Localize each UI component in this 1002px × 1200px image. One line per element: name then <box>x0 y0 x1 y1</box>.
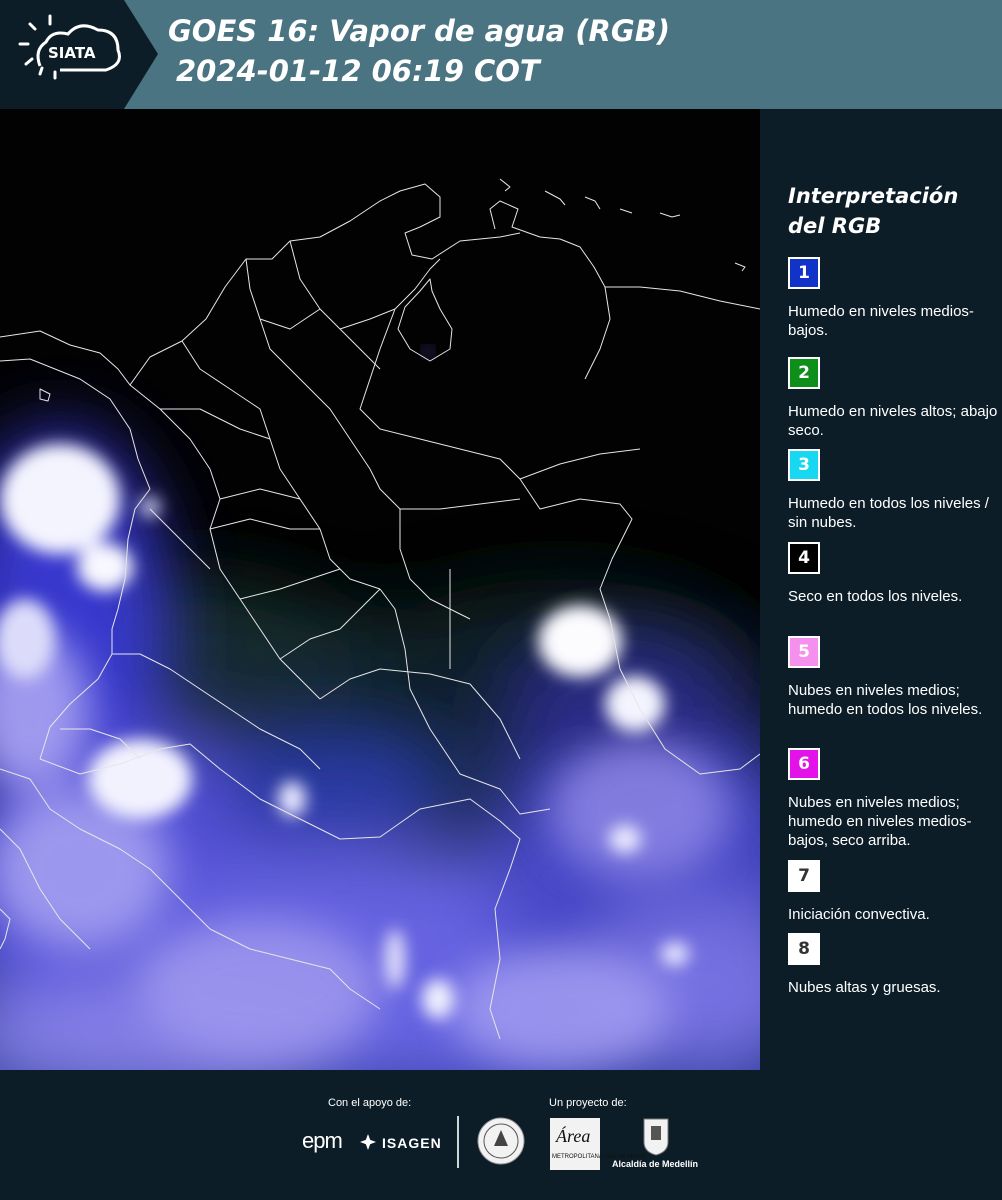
legend-swatch: 3 <box>788 449 820 481</box>
isagen-logo: ISAGEN <box>382 1135 442 1151</box>
university-seal-icon <box>477 1117 525 1165</box>
page-title: GOES 16: Vapor de agua (RGB) <box>168 14 671 48</box>
isagen-icon <box>360 1134 376 1150</box>
legend-item-text: Humedo en niveles medios-bajos. <box>788 303 974 339</box>
siata-logo: SIATA <box>0 0 158 109</box>
legend-item-text: Humedo en todos los niveles / sin nubes. <box>788 495 989 531</box>
satellite-image <box>0 109 760 1070</box>
legend-swatch: 1 <box>788 257 820 289</box>
legend-item: 4 Seco en todos los niveles. <box>788 542 998 606</box>
legend-swatch: 5 <box>788 636 820 668</box>
legend-swatch: 7 <box>788 860 820 892</box>
area-metropolitana-logo: Área METROPOLITANA Valle de Aburrá <box>550 1118 645 1170</box>
legend-item: 2 Humedo en niveles altos; abajo seco. <box>788 357 998 440</box>
legend-item: 7 Iniciación convectiva. <box>788 860 998 924</box>
legend-swatch: 2 <box>788 357 820 389</box>
legend-item: 6 Nubes en niveles medios; humedo en nive… <box>788 748 998 850</box>
legend-swatch: 6 <box>788 748 820 780</box>
satellite-map <box>0 109 761 1070</box>
header-bar: SIATA GOES 16: Vapor de agua (RGB) 2024-… <box>0 0 1002 109</box>
legend-title: Interpretación del RGB <box>788 184 959 238</box>
legend-item-text: Iniciación convectiva. <box>788 906 930 923</box>
legend-item-text: Nubes en niveles medios; humedo en nivel… <box>788 794 972 849</box>
medellin-label: Alcaldía de Medellín <box>612 1159 699 1169</box>
legend-item-text: Nubes altas y gruesas. <box>788 979 941 996</box>
support-label: Con el apoyo de: <box>328 1097 412 1109</box>
legend-swatch: 8 <box>788 933 820 965</box>
legend-item-text: Seco en todos los niveles. <box>788 588 963 605</box>
legend-item-text: Humedo en niveles altos; abajo seco. <box>788 403 998 439</box>
footer: Con el apoyo de: Un proyecto de: epm ISA… <box>0 1070 1002 1200</box>
legend-item: 1 Humedo en niveles medios-bajos. <box>788 257 998 340</box>
footer-divider <box>457 1116 459 1168</box>
legend-panel: Interpretación del RGB 1 Humedo en nivele… <box>760 109 1002 1070</box>
siata-logo-text: SIATA <box>48 44 96 62</box>
legend-item: 5 Nubes en niveles medios; humedo en todo… <box>788 636 998 719</box>
epm-logo: epm <box>302 1128 343 1153</box>
legend-swatch: 4 <box>788 542 820 574</box>
legend-item: 3 Humedo en todos los niveles / sin nubes… <box>788 449 998 532</box>
legend-item: 8 Nubes altas y gruesas. <box>788 933 998 997</box>
legend-item-text: Nubes en niveles medios; humedo en todos… <box>788 682 983 718</box>
area-logo-word: Área <box>556 1126 591 1146</box>
medellin-shield-icon <box>643 1118 669 1156</box>
page-timestamp: 2024-01-12 06:19 COT <box>176 54 540 88</box>
project-label: Un proyecto de: <box>549 1097 627 1109</box>
